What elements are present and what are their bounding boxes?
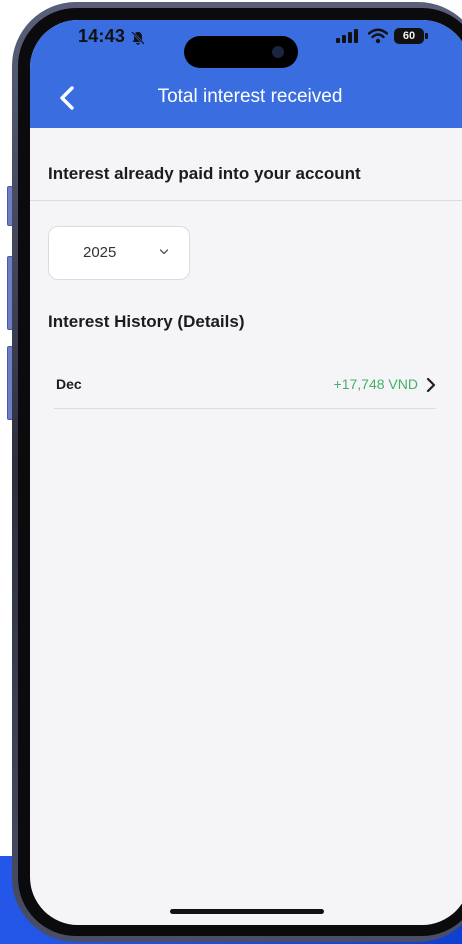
dynamic-island	[184, 36, 298, 68]
signal-icon	[336, 29, 358, 43]
phone-screen: 14:43 60 Total interest received Interes…	[30, 20, 462, 925]
camera-icon	[272, 46, 284, 58]
history-row-dec[interactable]: Dec +17,748 VND	[54, 364, 436, 408]
year-value: 2025	[83, 244, 117, 261]
home-indicator	[170, 909, 324, 914]
battery-cap	[425, 33, 428, 39]
history-title: Interest History (Details)	[48, 312, 245, 331]
header-bar: 14:43 60 Total interest received	[30, 20, 462, 128]
battery-icon: 60	[394, 28, 424, 44]
chevron-right-icon	[426, 377, 436, 393]
summary-title: Interest already paid into your account	[48, 164, 361, 183]
history-month: Dec	[56, 376, 82, 392]
history-amount: +17,748 VND	[333, 376, 418, 392]
row-divider	[54, 408, 436, 409]
year-select[interactable]: 2025	[48, 226, 190, 280]
stage: 14:43 60 Total interest received Interes…	[0, 0, 462, 944]
section-divider	[30, 200, 462, 201]
page-title: Total interest received	[157, 86, 343, 107]
wifi-icon	[368, 28, 388, 44]
bell-muted-icon	[131, 31, 145, 45]
chevron-down-icon	[159, 249, 169, 255]
status-time: 14:43	[78, 26, 126, 46]
